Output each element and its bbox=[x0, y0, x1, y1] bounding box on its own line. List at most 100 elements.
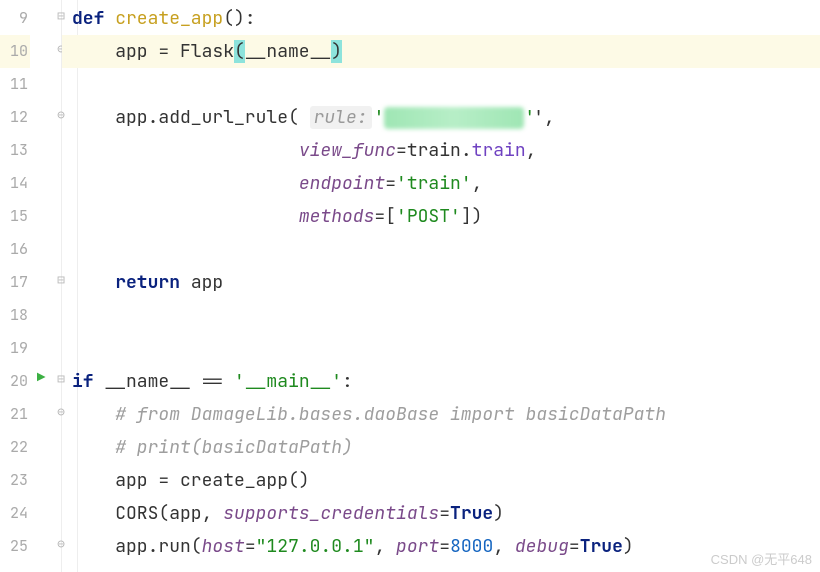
dot: . bbox=[461, 139, 472, 162]
string: "127.0.0.1" bbox=[256, 535, 375, 558]
code-line[interactable]: return app bbox=[62, 266, 820, 299]
code-line[interactable]: def create_app(): bbox=[62, 2, 820, 35]
string-quote: ' bbox=[374, 106, 385, 129]
line-number: 24 bbox=[0, 497, 30, 530]
number: 8000 bbox=[450, 535, 493, 558]
code-area[interactable]: def create_app(): app = Flask(__name__) … bbox=[62, 0, 820, 572]
pad bbox=[72, 205, 299, 228]
code-line[interactable]: view_func=train.train, bbox=[62, 134, 820, 167]
code-line[interactable]: app = create_app() bbox=[62, 464, 820, 497]
line-number: 14 bbox=[0, 167, 30, 200]
code-line[interactable]: endpoint='train', bbox=[62, 167, 820, 200]
dunder-name: __name__ bbox=[245, 40, 331, 63]
code-line[interactable]: app.run(host="127.0.0.1", port=8000, deb… bbox=[62, 530, 820, 563]
op-eq: = bbox=[396, 139, 407, 162]
text: app.run( bbox=[72, 535, 202, 558]
eq: = bbox=[569, 535, 580, 558]
code-editor[interactable]: ⊟ ⊖ ⊖ ⊟ ⊟ ⊖ ⊖ ▶ 9 10 11 12 13 14 15 16 1… bbox=[0, 0, 820, 572]
watermark: CSDN @无平648 bbox=[711, 549, 812, 568]
line-number: 9 bbox=[0, 2, 30, 35]
kwarg-view-func: view_func bbox=[299, 139, 396, 162]
code-line-current[interactable]: app = Flask(__name__) bbox=[62, 35, 820, 68]
keyword-return: return bbox=[115, 271, 191, 294]
gutter: ⊟ ⊖ ⊖ ⊟ ⊟ ⊖ ⊖ ▶ 9 10 11 12 13 14 15 16 1… bbox=[0, 0, 62, 572]
code-line[interactable] bbox=[62, 299, 820, 332]
line-number: 15 bbox=[0, 200, 30, 233]
func-call: create_app bbox=[180, 469, 288, 492]
text: app.add_url_rule( bbox=[72, 106, 310, 129]
close: ) bbox=[493, 502, 504, 525]
eq: = bbox=[439, 502, 450, 525]
code-line[interactable]: if __name__ == '__main__': bbox=[62, 365, 820, 398]
string: '__main__' bbox=[234, 370, 342, 393]
line-number: 19 bbox=[0, 332, 30, 365]
fold-column: ⊟ ⊖ ⊖ ⊟ ⊟ ⊖ ⊖ bbox=[52, 0, 62, 572]
eq: = bbox=[439, 535, 450, 558]
code-line[interactable]: # print(basicDataPath) bbox=[62, 431, 820, 464]
dunder-name: __name__ bbox=[104, 370, 190, 393]
keyword-if: if bbox=[72, 370, 104, 393]
line-number: 13 bbox=[0, 134, 30, 167]
op-eq: == bbox=[191, 370, 234, 393]
sep: , bbox=[374, 535, 396, 558]
true-literal: True bbox=[450, 502, 493, 525]
text: (): bbox=[223, 7, 255, 30]
line-number: 11 bbox=[0, 68, 30, 101]
line-number: 12 bbox=[0, 101, 30, 134]
id: app bbox=[191, 271, 223, 294]
line-number: 10 bbox=[0, 35, 30, 68]
func-cors: CORS bbox=[115, 502, 158, 525]
func-name: create_app bbox=[115, 7, 223, 30]
colon: : bbox=[342, 370, 353, 393]
open: (app, bbox=[158, 502, 223, 525]
paren-open: ( bbox=[234, 40, 245, 63]
line-number: 16 bbox=[0, 233, 30, 266]
text: app = bbox=[72, 469, 180, 492]
run-gutter-icon[interactable]: ▶ bbox=[37, 369, 45, 387]
attr: train bbox=[472, 139, 526, 162]
kwarg-host: host bbox=[202, 535, 245, 558]
code-line[interactable] bbox=[62, 332, 820, 365]
param-hint: rule: bbox=[310, 106, 372, 129]
code-line[interactable] bbox=[62, 68, 820, 101]
comment: # from DamageLib.bases.daoBase import ba… bbox=[115, 403, 666, 426]
kwarg-endpoint: endpoint bbox=[299, 172, 385, 195]
comma: , bbox=[526, 139, 537, 162]
pad bbox=[72, 436, 115, 459]
kwarg-port: port bbox=[396, 535, 439, 558]
text: app = bbox=[72, 40, 180, 63]
close: ) bbox=[623, 535, 634, 558]
line-number: 20 bbox=[0, 365, 30, 398]
kwarg-methods: methods bbox=[299, 205, 375, 228]
pad bbox=[72, 502, 115, 525]
parens: () bbox=[288, 469, 310, 492]
sep: , bbox=[493, 535, 515, 558]
redacted-blur bbox=[384, 107, 524, 129]
module: train bbox=[407, 139, 461, 162]
string: 'train' bbox=[396, 172, 472, 195]
code-line[interactable] bbox=[62, 233, 820, 266]
eq: = bbox=[245, 535, 256, 558]
line-number: 21 bbox=[0, 398, 30, 431]
pad bbox=[72, 403, 115, 426]
line-number: 17 bbox=[0, 266, 30, 299]
code-line[interactable]: app.add_url_rule( rule:''', bbox=[62, 101, 820, 134]
op-eq-bracket: =[ bbox=[374, 205, 396, 228]
class-flask: Flask bbox=[180, 40, 234, 63]
pad bbox=[72, 271, 115, 294]
comment: # print(basicDataPath) bbox=[115, 436, 353, 459]
op-eq: = bbox=[385, 172, 396, 195]
code-line[interactable]: # from DamageLib.bases.daoBase import ba… bbox=[62, 398, 820, 431]
string: 'POST' bbox=[396, 205, 461, 228]
true-literal: True bbox=[580, 535, 623, 558]
pad bbox=[72, 172, 299, 195]
comma: , bbox=[472, 172, 483, 195]
code-line[interactable]: CORS(app, supports_credentials=True) bbox=[62, 497, 820, 530]
code-line[interactable]: methods=['POST']) bbox=[62, 200, 820, 233]
kwarg-debug: debug bbox=[515, 535, 569, 558]
line-number: 23 bbox=[0, 464, 30, 497]
line-number: 18 bbox=[0, 299, 30, 332]
close: ]) bbox=[461, 205, 483, 228]
line-number: 25 bbox=[0, 530, 30, 563]
paren-close: ) bbox=[331, 40, 342, 63]
